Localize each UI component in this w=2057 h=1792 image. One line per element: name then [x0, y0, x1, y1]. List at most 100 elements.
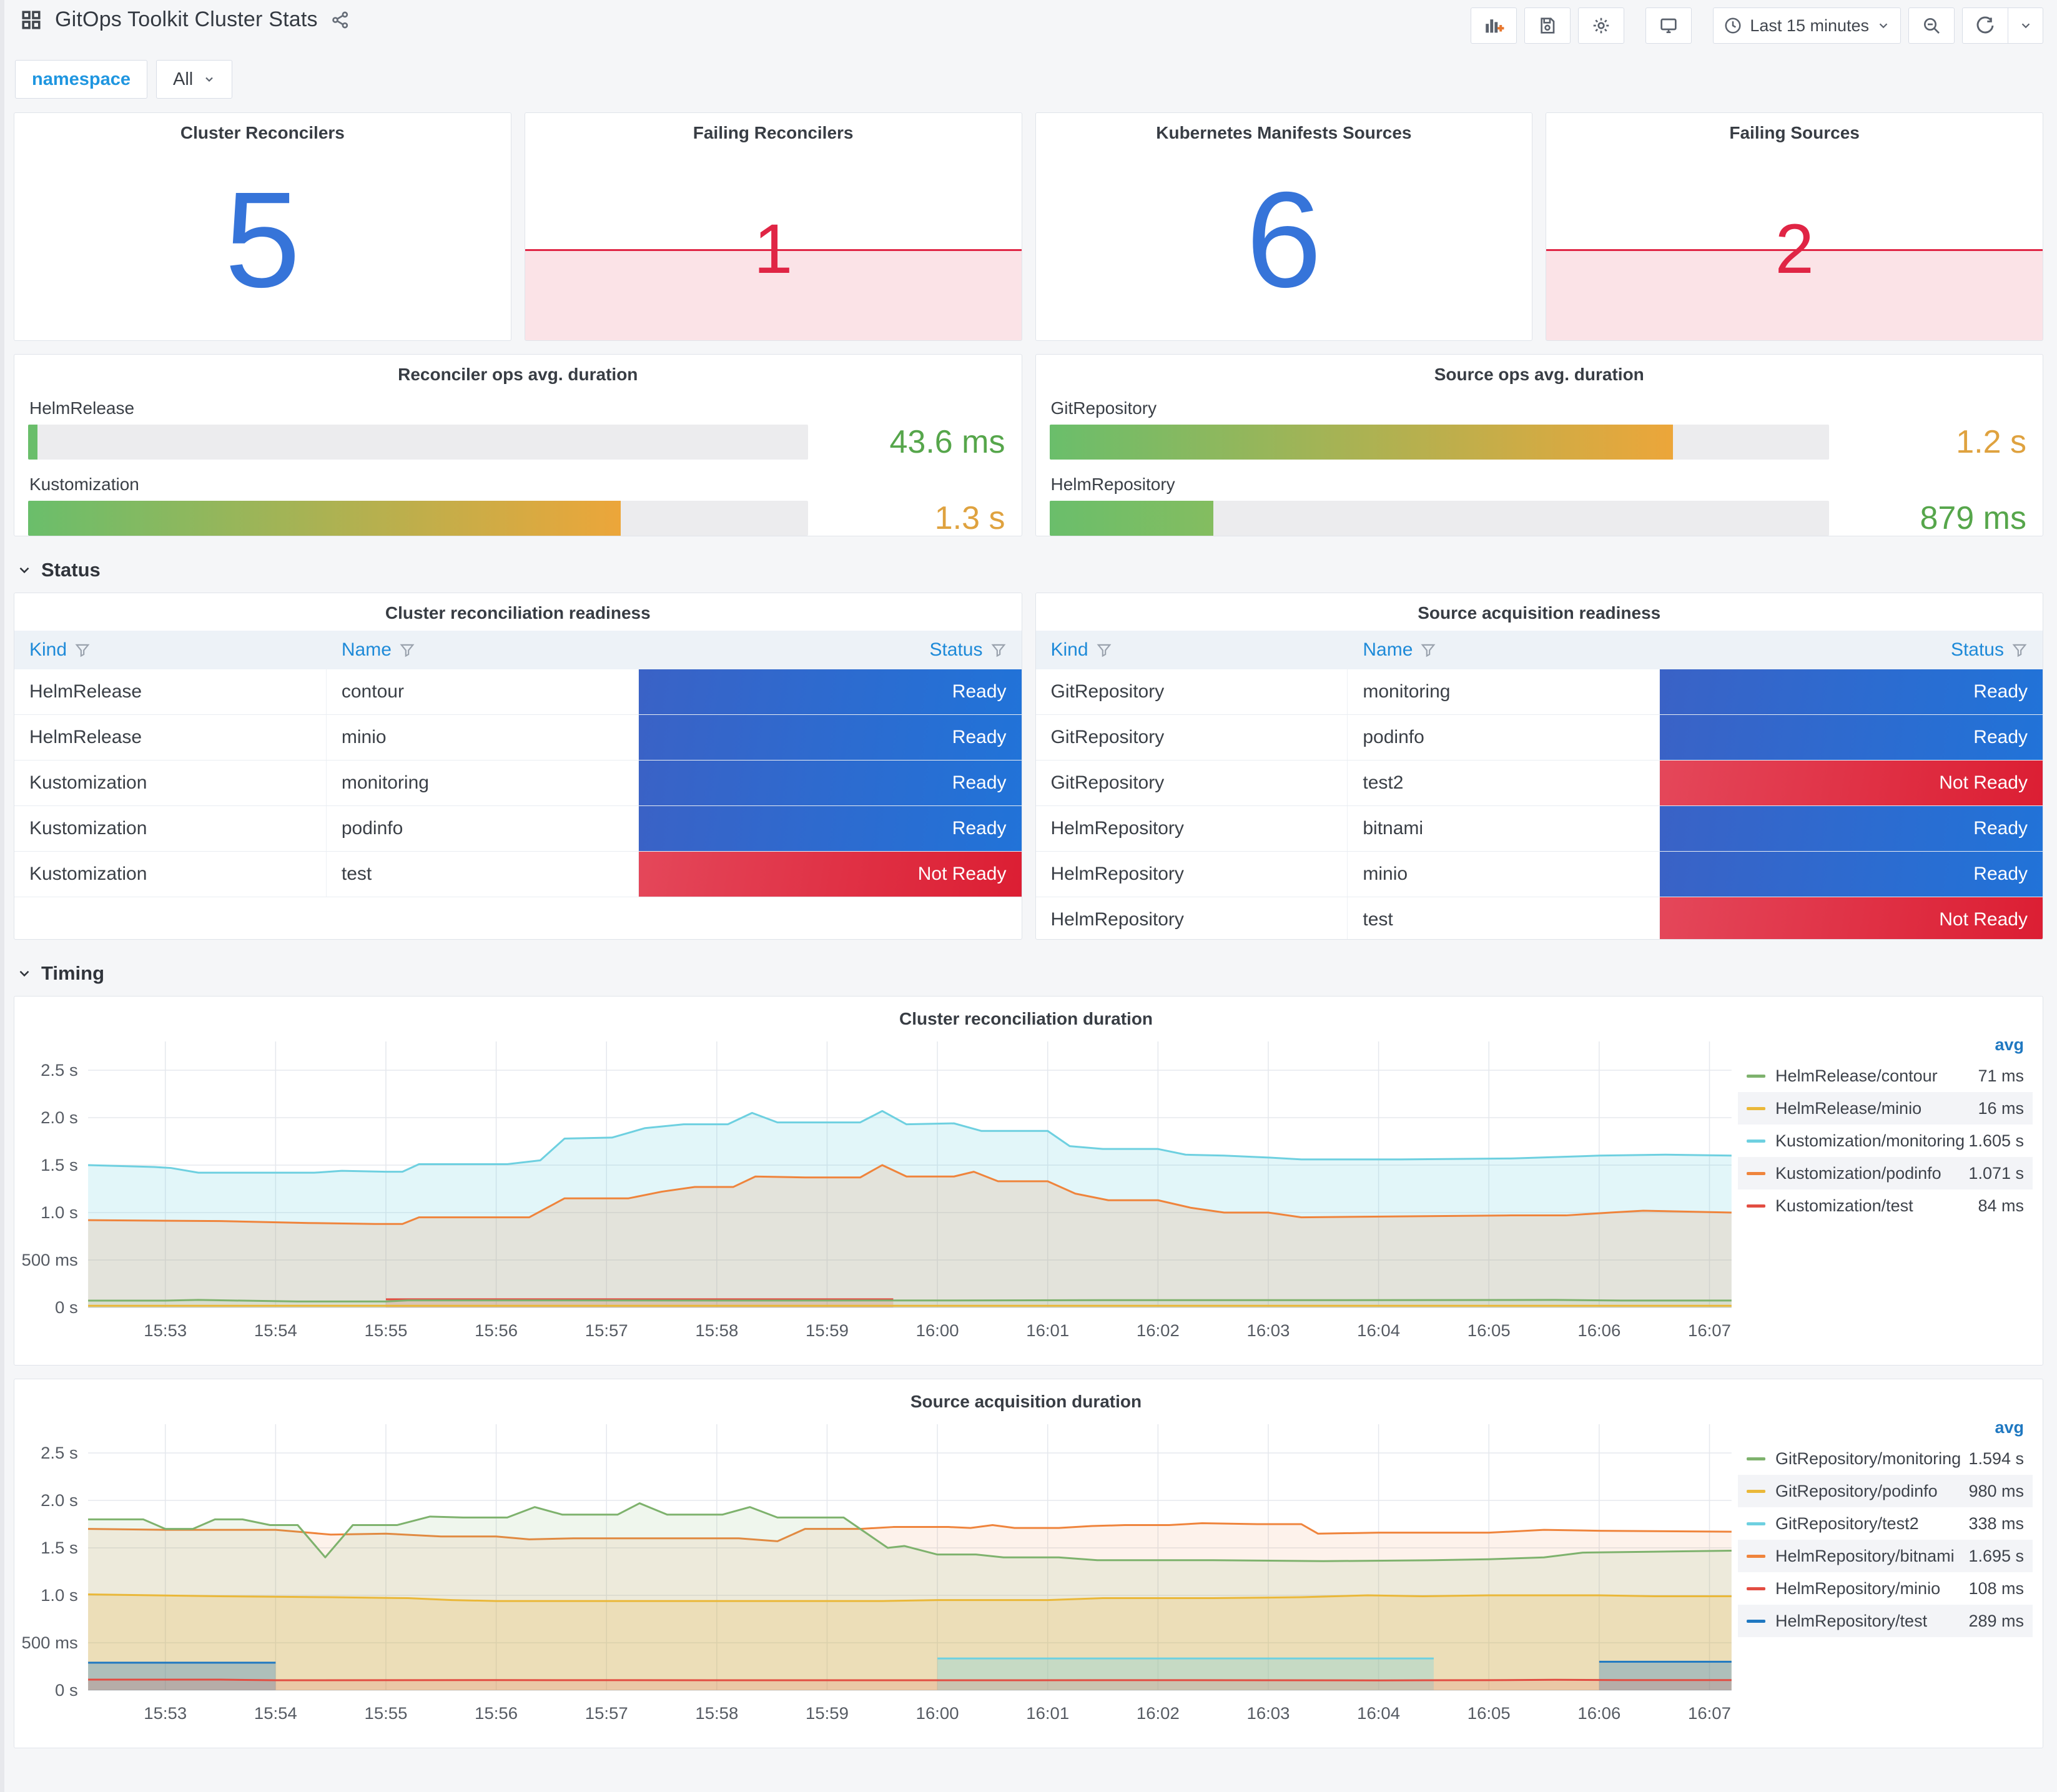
chevron-down-icon [205, 77, 214, 82]
svg-text:15:58: 15:58 [695, 1321, 738, 1340]
section-label: Timing [41, 962, 105, 984]
cycle-view-button[interactable] [1645, 7, 1692, 44]
panel-title[interactable]: Source acquisition duration [19, 1382, 2033, 1412]
share-icon[interactable] [330, 10, 350, 30]
table-row: GitRepository podinfo Ready [1035, 715, 2043, 761]
svg-text:16:03: 16:03 [1247, 1321, 1290, 1340]
panel-title[interactable]: Failing Reconcilers [525, 113, 1022, 143]
panel-title[interactable]: Source ops avg. duration [1050, 355, 2030, 385]
svg-text:15:59: 15:59 [806, 1703, 849, 1723]
section-header-timing[interactable]: Timing [14, 962, 2043, 985]
table-row: GitRepository test2 Not Ready [1035, 761, 2043, 806]
gauge-value: 1.3 s [934, 500, 1005, 536]
legend-item[interactable]: HelmRelease/contour 71 ms [1738, 1060, 2033, 1092]
legend-avg-header[interactable]: avg [1738, 1415, 2033, 1442]
filter-icon [75, 644, 90, 657]
table-row: HelmRepository minio Ready [1035, 852, 2043, 897]
panel-title[interactable]: Reconciler ops avg. duration [28, 355, 1008, 385]
legend-item[interactable]: GitRepository/monitoring 1.594 s [1738, 1442, 2033, 1475]
gauge-label: HelmRepository [1050, 475, 1175, 494]
legend-item[interactable]: Kustomization/monitoring 1.605 s [1738, 1125, 2033, 1157]
chart-panel-cluster-reconciliation-duration: Cluster reconciliation duration 0 s 500 m… [14, 996, 2043, 1366]
gauge-row: HelmRelease 43.6 ms [28, 398, 1008, 461]
legend-item[interactable]: HelmRepository/bitnami 1.695 s [1738, 1540, 2033, 1572]
status-badge: Ready [1660, 669, 2043, 714]
panel-title[interactable]: Cluster reconciliation readiness [14, 593, 1022, 623]
svg-text:16:04: 16:04 [1357, 1703, 1400, 1723]
svg-text:16:01: 16:01 [1026, 1321, 1069, 1340]
series-color-dash [1747, 1457, 1765, 1460]
svg-text:15:56: 15:56 [475, 1321, 518, 1340]
refresh-interval-dropdown[interactable] [2008, 7, 2043, 44]
save-dashboard-button[interactable] [1524, 7, 1571, 44]
time-series-plot[interactable]: 0 s 500 ms 1.0 s 1.5 s 2.0 s 2.5 s 15:53 15:54 1… [19, 1031, 1738, 1347]
stat-value: 2 [1775, 210, 1814, 288]
variable-value-dropdown[interactable]: All [156, 60, 233, 99]
svg-text:15:56: 15:56 [475, 1703, 518, 1723]
filter-icon [1097, 644, 1112, 657]
column-header-status[interactable]: Status [639, 631, 1022, 669]
variable-label-namespace[interactable]: namespace [15, 60, 147, 99]
legend-item[interactable]: HelmRepository/test 289 ms [1738, 1605, 2033, 1637]
svg-text:16:02: 16:02 [1137, 1321, 1180, 1340]
series-avg-value: 1.605 s [1968, 1131, 2024, 1150]
cell-name: bitnami [1348, 806, 1660, 851]
svg-text:15:54: 15:54 [254, 1703, 297, 1723]
zoom-out-button[interactable] [1908, 7, 1955, 44]
svg-text:2.5 s: 2.5 s [41, 1060, 78, 1080]
gauge-value: 43.6 ms [889, 424, 1005, 460]
legend-item[interactable]: Kustomization/test 84 ms [1738, 1189, 2033, 1222]
refresh-button[interactable] [1962, 7, 2008, 44]
legend-item[interactable]: HelmRelease/minio 16 ms [1738, 1092, 2033, 1125]
stat-panel-failing-sources: Failing Sources 2 [1546, 112, 2043, 341]
cell-name: podinfo [327, 806, 639, 851]
svg-text:15:53: 15:53 [144, 1321, 187, 1340]
panel-title[interactable]: Source acquisition readiness [1036, 593, 2043, 623]
section-header-status[interactable]: Status [14, 559, 2043, 581]
column-header-kind[interactable]: Kind [1036, 631, 1348, 669]
panel-title[interactable]: Cluster reconciliation duration [19, 999, 2033, 1029]
gauge-panel-reconciler-ops: Reconciler ops avg. duration HelmRelease… [14, 354, 1022, 536]
time-range-picker[interactable]: Last 15 minutes [1713, 7, 1901, 44]
panel-title[interactable]: Failing Sources [1546, 113, 2043, 143]
dashboard-settings-button[interactable] [1578, 7, 1625, 44]
panel-title[interactable]: Kubernetes Manifests Sources [1036, 113, 1532, 143]
cell-kind: Kustomization [14, 852, 327, 897]
column-header-kind[interactable]: Kind [14, 631, 327, 669]
time-series-plot[interactable]: 0 s 500 ms 1.0 s 1.5 s 2.0 s 2.5 s 15:53 15:54 1… [19, 1414, 1738, 1730]
cell-kind: GitRepository [1036, 715, 1348, 760]
add-panel-button[interactable] [1471, 7, 1517, 44]
column-header-name[interactable]: Name [1348, 631, 1660, 669]
column-header-name[interactable]: Name [327, 631, 639, 669]
gauge-fill [28, 425, 37, 460]
svg-text:2.5 s: 2.5 s [41, 1443, 78, 1462]
panel-title[interactable]: Cluster Reconcilers [14, 113, 511, 143]
gauge-fill [1049, 501, 1213, 536]
status-badge: Ready [1660, 806, 2043, 851]
legend-item[interactable]: GitRepository/test2 338 ms [1738, 1507, 2033, 1540]
filter-icon [400, 644, 415, 657]
svg-text:16:03: 16:03 [1247, 1703, 1290, 1723]
table-header-row: Kind Name Status [1035, 631, 2043, 669]
series-name: GitRepository/test2 [1775, 1514, 1919, 1533]
cell-name: podinfo [1348, 715, 1660, 760]
cell-name: monitoring [327, 761, 639, 805]
dashboard: GitOps Toolkit Cluster Stats Last 15 min… [0, 0, 2057, 1748]
svg-text:16:05: 16:05 [1468, 1703, 1511, 1723]
series-name: HelmRepository/test [1775, 1611, 1928, 1630]
legend-avg-header[interactable]: avg [1738, 1033, 2033, 1060]
table-row: HelmRepository bitnami Ready [1035, 806, 2043, 852]
gauges-row: Reconciler ops avg. duration HelmRelease… [14, 354, 2043, 536]
status-badge: Not Ready [1660, 897, 2043, 939]
status-badge: Ready [638, 669, 1022, 714]
column-header-status[interactable]: Status [1660, 631, 2043, 669]
svg-text:16:00: 16:00 [916, 1321, 959, 1340]
legend-item[interactable]: Kustomization/podinfo 1.071 s [1738, 1157, 2033, 1189]
series-avg-value: 16 ms [1978, 1098, 2024, 1118]
chevron-down-icon [19, 567, 29, 574]
gauge-fill [1049, 425, 1674, 460]
legend-item[interactable]: HelmRepository/minio 108 ms [1738, 1572, 2033, 1605]
svg-text:16:06: 16:06 [1577, 1703, 1620, 1723]
apps-grid-icon[interactable] [20, 9, 42, 31]
legend-item[interactable]: GitRepository/podinfo 980 ms [1738, 1475, 2033, 1507]
